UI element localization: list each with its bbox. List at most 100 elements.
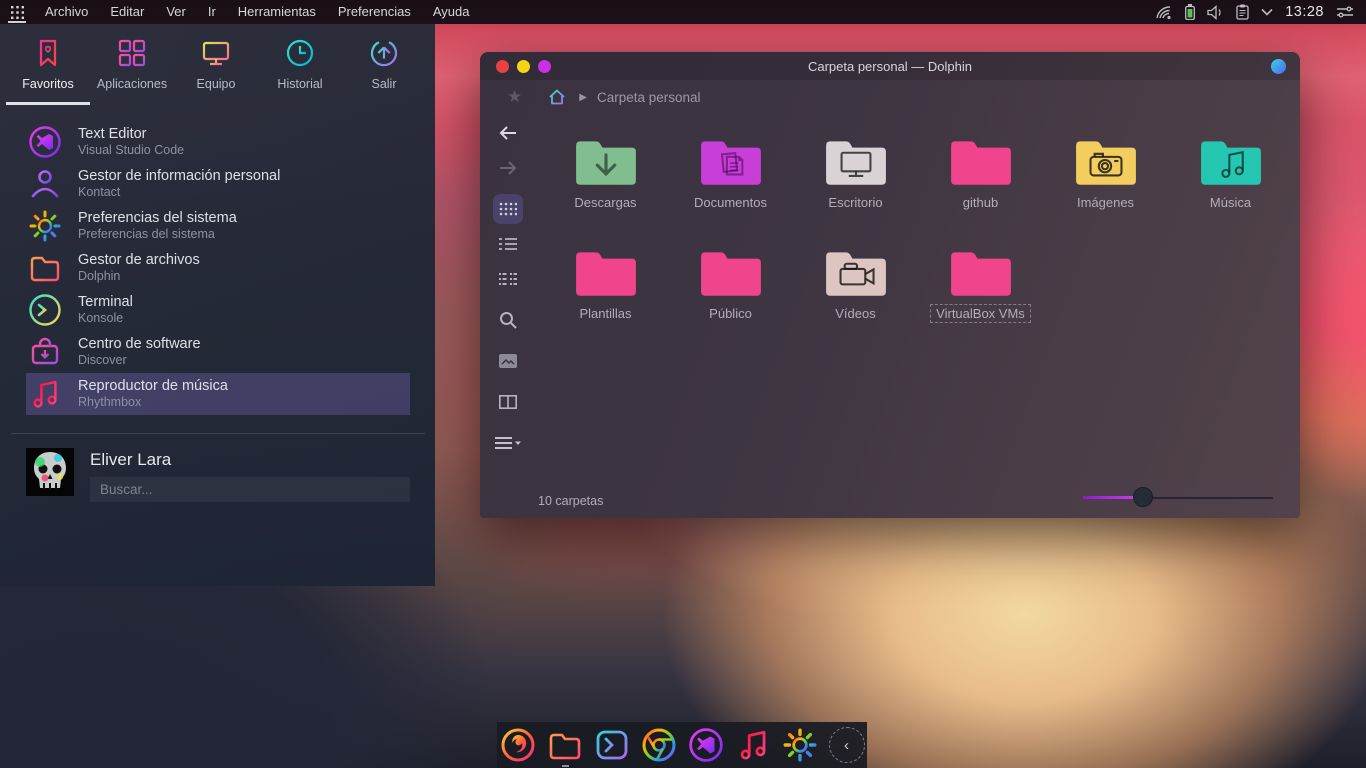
chevron-right-icon: ▶ [579, 92, 587, 103]
monitor-icon [201, 38, 231, 68]
battery-icon[interactable] [1185, 4, 1195, 20]
folder-label: Escritorio [822, 193, 888, 212]
app-row-discover[interactable]: Centro de software Discover [26, 331, 410, 373]
menu-ayuda[interactable]: Ayuda [422, 0, 481, 24]
dock-firefox-icon[interactable] [499, 726, 537, 764]
search-button[interactable] [493, 305, 523, 335]
dock-settings-gear-icon[interactable] [781, 726, 819, 764]
split-view-button[interactable] [493, 387, 523, 417]
app-title: Gestor de información personal [78, 168, 280, 185]
breadcrumb-path[interactable]: Carpeta personal [597, 90, 701, 105]
software-bag-icon [28, 335, 62, 369]
tab-label: Historial [277, 77, 322, 91]
avatar[interactable] [26, 448, 74, 496]
tab-label: Aplicaciones [97, 77, 167, 91]
list-view-button[interactable] [493, 229, 523, 259]
app-subtitle: Konsole [78, 311, 133, 326]
dock-vscode-icon[interactable] [687, 726, 725, 764]
preview-button[interactable] [493, 346, 523, 376]
app-row-konsole[interactable]: Terminal Konsole [26, 289, 410, 331]
folder-plantillas[interactable]: Plantillas [543, 243, 668, 354]
menu-herramientas[interactable]: Herramientas [227, 0, 327, 24]
dock: ‹ [497, 722, 867, 768]
app-row-preferencias[interactable]: Preferencias del sistema Preferencias de… [26, 205, 410, 247]
titlebar[interactable]: Carpeta personal — Dolphin [480, 52, 1300, 80]
zoom-slider-handle[interactable] [1133, 487, 1153, 507]
app-title: Preferencias del sistema [78, 210, 237, 227]
star-icon[interactable]: ★ [507, 87, 522, 107]
dock-chrome-icon[interactable] [640, 726, 678, 764]
search-input[interactable] [90, 477, 410, 502]
menu-ver[interactable]: Ver [155, 0, 197, 24]
chevron-down-icon[interactable] [1261, 8, 1273, 16]
person-icon [28, 167, 62, 201]
close-button[interactable] [496, 60, 509, 73]
app-launcher-grid-icon[interactable] [0, 0, 34, 24]
app-row-kontact[interactable]: Gestor de información personal Kontact [26, 163, 410, 205]
folder-github[interactable]: github [918, 132, 1043, 243]
clipboard-icon[interactable] [1236, 4, 1249, 20]
tune-icon[interactable] [1336, 5, 1354, 19]
folder-videos[interactable]: Vídeos [793, 243, 918, 354]
side-toolbar [480, 118, 536, 463]
tab-favoritos[interactable]: Favoritos [6, 38, 90, 105]
window-menu-button[interactable] [1271, 59, 1286, 74]
folder-virtualbox-vms[interactable]: VirtualBox VMs [918, 243, 1043, 354]
tab-label: Salir [371, 77, 396, 91]
home-icon[interactable] [547, 87, 567, 107]
folder-musica[interactable]: Música [1168, 132, 1293, 243]
forward-button[interactable] [493, 153, 523, 183]
app-row-rhythmbox[interactable]: Reproductor de música Rhythmbox [26, 373, 410, 415]
folder-imagenes[interactable]: Imágenes [1043, 132, 1168, 243]
folder-escritorio[interactable]: Escritorio [793, 132, 918, 243]
app-title: Gestor de archivos [78, 252, 200, 269]
app-title: Terminal [78, 294, 133, 311]
tab-salir[interactable]: Salir [342, 38, 426, 105]
menu-ir[interactable]: Ir [197, 0, 227, 24]
dock-file-manager-icon[interactable] [546, 726, 584, 764]
folder-descargas[interactable]: Descargas [543, 132, 668, 243]
clock-icon [285, 38, 315, 68]
breadcrumb: ★ ▶ Carpeta personal [480, 80, 1300, 114]
app-row-text-editor[interactable]: Text Editor Visual Studio Code [26, 121, 410, 163]
tab-historial[interactable]: Historial [258, 38, 342, 105]
dock-terminal-icon[interactable] [593, 726, 631, 764]
app-launcher-popup: Favoritos Aplicaciones Equipo Historial [0, 24, 435, 586]
menu-archivo[interactable]: Archivo [34, 0, 99, 24]
folder-label: Plantillas [573, 304, 637, 323]
apps-grid-icon [117, 38, 147, 68]
zoom-slider[interactable] [1083, 487, 1273, 507]
folder-documentos[interactable]: Documentos [668, 132, 793, 243]
app-subtitle: Kontact [78, 185, 280, 200]
app-subtitle: Preferencias del sistema [78, 227, 237, 242]
maximize-button[interactable] [538, 60, 551, 73]
network-icon[interactable] [1156, 5, 1173, 20]
menu-editar[interactable]: Editar [99, 0, 155, 24]
vscode-icon [28, 125, 62, 159]
tab-aplicaciones[interactable]: Aplicaciones [90, 38, 174, 105]
folder-publico[interactable]: Público [668, 243, 793, 354]
compact-view-button[interactable] [493, 264, 523, 294]
tab-label: Favoritos [22, 77, 73, 91]
folder-grid: Descargas Documentos Escritorio [543, 132, 1293, 354]
app-subtitle: Discover [78, 353, 201, 368]
dock-music-icon[interactable] [734, 726, 772, 764]
bookmark-heart-icon [33, 38, 63, 68]
clock[interactable]: 13:28 [1285, 4, 1324, 20]
back-button[interactable] [493, 118, 523, 148]
tab-equipo[interactable]: Equipo [174, 38, 258, 105]
app-title: Reproductor de música [78, 378, 228, 395]
dock-hide-panel-icon[interactable]: ‹ [828, 726, 866, 764]
icons-view-button[interactable] [493, 194, 523, 224]
volume-icon[interactable] [1207, 5, 1224, 20]
folder-label: Público [703, 304, 758, 323]
folder-label: Vídeos [829, 304, 881, 323]
window-title: Carpeta personal — Dolphin [808, 59, 972, 74]
status-text: 10 carpetas [538, 494, 603, 508]
minimize-button[interactable] [517, 60, 530, 73]
launcher-app-list: Text Editor Visual Studio Code Gestor de… [0, 121, 435, 415]
app-subtitle: Dolphin [78, 269, 200, 284]
app-row-dolphin[interactable]: Gestor de archivos Dolphin [26, 247, 410, 289]
menu-preferencias[interactable]: Preferencias [327, 0, 422, 24]
hamburger-menu-button[interactable] [493, 428, 523, 458]
